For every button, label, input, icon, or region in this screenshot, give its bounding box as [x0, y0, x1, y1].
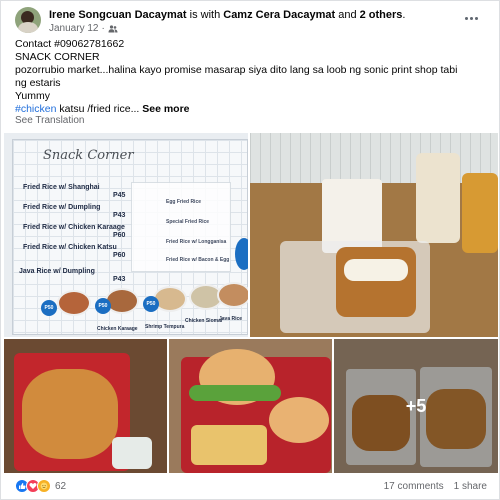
chicken-katsu — [336, 247, 416, 317]
burger-bun-2 — [269, 397, 329, 443]
menu-food-plate — [57, 290, 91, 316]
menu-item: Fried Rice w/ Chicken Karaage — [23, 224, 125, 231]
hashtag-chicken-link[interactable]: #chicken — [15, 103, 56, 115]
post-stats: 17 comments 1 share — [384, 481, 487, 492]
author-avatar[interactable] — [15, 7, 41, 33]
menu-item: Fried Rice w/ Shanghai — [23, 184, 100, 191]
lettuce — [189, 385, 281, 401]
friends-icon — [108, 24, 118, 32]
menu-title: Snack Corner — [43, 148, 134, 163]
menu-price: P43 — [113, 212, 126, 219]
menu-sub-item: Special Fried Rice — [166, 219, 210, 225]
post-card: Irene Songcuan Dacaymat is with Camz Cer… — [0, 0, 500, 500]
fried-chicken — [22, 369, 118, 459]
menu-decoration — [235, 238, 248, 270]
post-line-snack-corner: SNACK CORNER — [15, 51, 100, 63]
drink-bottle — [416, 153, 460, 243]
menu-item: Fried Rice w/ Dumpling — [23, 204, 101, 211]
menu-board: Snack Corner Fried Rice w/ Shanghai P45 … — [12, 139, 248, 335]
post-line-yummy: Yummy — [15, 90, 51, 102]
price-badge: P50 — [41, 300, 57, 316]
more-options-icon[interactable] — [461, 11, 481, 25]
menu-price: P45 — [113, 192, 126, 199]
menu-price: P60 — [113, 252, 126, 259]
photo-grid: Snack Corner Fried Rice w/ Shanghai P45 … — [4, 133, 498, 473]
menu-item: Fried Rice w/ Chicken Katsu — [23, 244, 117, 251]
menu-caption: Chicken Karaage — [97, 326, 138, 332]
background-grid — [250, 133, 498, 183]
menu-caption: Java Rice — [219, 316, 243, 322]
menu-caption: Chicken Siomai — [185, 318, 223, 324]
reactions-summary[interactable]: 62 — [15, 479, 66, 493]
photo-menu-board[interactable]: Snack Corner Fried Rice w/ Shanghai P45 … — [4, 133, 248, 337]
menu-price: P43 — [113, 276, 126, 283]
menu-sub-item: Fried Rice w/ Longganisa — [166, 239, 227, 245]
sauce-bottle — [462, 173, 498, 253]
photo-more[interactable]: +5 — [334, 339, 498, 473]
reaction-count: 62 — [55, 480, 67, 492]
shares-count-link[interactable]: 1 share — [454, 481, 487, 492]
menu-food-plate — [153, 286, 187, 312]
post-footer: 62 17 comments 1 share — [15, 477, 487, 497]
post-line-contact: Contact #09062781662 — [15, 38, 125, 50]
price-badge: P50 — [143, 296, 159, 312]
photo-fried-chicken[interactable] — [4, 339, 167, 473]
see-translation-link[interactable]: See Translation — [15, 115, 85, 126]
photo-chicken-box[interactable] — [250, 133, 498, 337]
with-text: is with — [189, 9, 221, 21]
photo-burgers[interactable] — [169, 339, 332, 473]
and-text: and — [338, 9, 357, 21]
period: . — [402, 9, 406, 21]
menu-price: P60 — [113, 232, 126, 239]
menu-caption: Shrimp Tempura — [145, 324, 185, 330]
author-name-link[interactable]: Irene Songcuan Dacaymat — [49, 9, 187, 21]
more-photos-count: +5 — [405, 395, 427, 416]
dip-cup — [112, 437, 152, 469]
post-line-location-cont: ng estaris — [15, 77, 61, 89]
menu-food-plate — [217, 282, 248, 308]
more-photos-overlay[interactable]: +5 — [334, 339, 498, 473]
post-line-hashtag-row: #chicken katsu /fried rice... See more — [15, 103, 491, 116]
see-more-button[interactable]: See more — [142, 103, 189, 115]
meta-separator: · — [101, 23, 105, 34]
menu-sub-item: Fried Rice w/ Bacon & Egg — [166, 257, 230, 263]
menu-item: Java Rice w/ Dumpling — [19, 268, 95, 275]
menu-food-plate — [105, 288, 139, 314]
post-date-link[interactable]: January 12 — [49, 23, 98, 34]
tagged-person-link[interactable]: Camz Cera Dacaymat — [223, 9, 335, 21]
menu-sub-panel: Egg Fried Rice Special Fried Rice Fried … — [131, 182, 231, 272]
menu-sub-item: Egg Fried Rice — [166, 199, 202, 205]
post-meta: January 12 · — [49, 23, 118, 34]
mayo-topping — [344, 259, 408, 281]
price-badge: P50 — [95, 298, 111, 314]
care-icon — [37, 479, 51, 493]
author-line: Irene Songcuan Dacaymat is with Camz Cer… — [49, 9, 405, 22]
avatar-body — [18, 22, 38, 33]
post-header: Irene Songcuan Dacaymat is with Camz Cer… — [15, 5, 487, 35]
post-line-tail: katsu /fried rice... — [56, 103, 140, 115]
others-link[interactable]: 2 others — [360, 9, 403, 21]
comments-count-link[interactable]: 17 comments — [384, 481, 444, 492]
post-text: Contact #09062781662 SNACK CORNER pozorr… — [15, 38, 491, 116]
fries — [191, 425, 267, 465]
post-line-location: pozorrubio market...halina kayo promise … — [15, 64, 458, 76]
